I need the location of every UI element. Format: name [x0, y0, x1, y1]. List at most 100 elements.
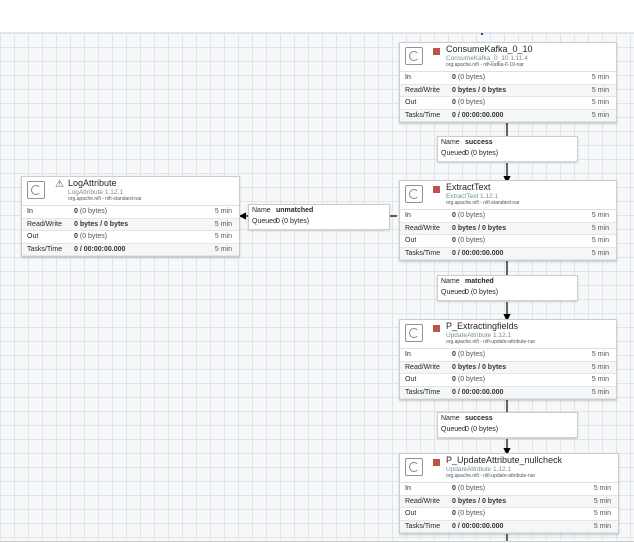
processor-bundle: org.apache.nifi - nifi-standard-nar — [68, 196, 142, 202]
stat-value: 0 (0 bytes) — [74, 233, 108, 240]
stat-window: 5 min — [214, 220, 232, 228]
queue-bar — [438, 300, 573, 302]
stat-label: Read/Write — [27, 220, 62, 228]
stat-label: Read/Write — [405, 224, 440, 232]
stat-value: 0 (0 bytes) — [452, 485, 486, 492]
stat-label: Out — [405, 510, 417, 517]
stat-row-in: In 0 (0 bytes) 5 min — [22, 206, 239, 219]
stat-label: Tasks/Time — [405, 111, 441, 119]
stat-label: In — [27, 208, 33, 215]
processor-consumekafka[interactable]: ConsumeKafka_0_10 ConsumeKafka_0_10 1.11… — [399, 42, 617, 123]
stat-value: 0 (0 bytes) — [452, 376, 486, 383]
stat-window: 5 min — [591, 86, 609, 94]
stat-row-readwrite: Read/Write 0 bytes / 0 bytes 5 min — [22, 218, 239, 231]
stat-row-tasks: Tasks/Time 0 / 00:00:00.000 5 min — [400, 109, 616, 122]
processor-name: ConsumeKafka_0_10 — [446, 44, 533, 54]
stat-window: 5 min — [591, 376, 609, 383]
stat-value: 0 (0 bytes) — [452, 237, 486, 244]
stat-label: In — [405, 74, 411, 81]
stat-label: Read/Write — [405, 497, 440, 505]
stopped-icon — [433, 186, 440, 193]
processor-icon — [405, 458, 423, 476]
conn-name-label: Name — [441, 415, 460, 422]
stat-window: 5 min — [214, 208, 232, 215]
stat-label: Read/Write — [405, 363, 440, 371]
stat-window: 5 min — [593, 485, 611, 492]
queue-bar — [438, 437, 573, 439]
processor-name: LogAttribute — [68, 178, 117, 188]
processor-header: P_Extractingfields UpdateAttribute 1.12.… — [400, 320, 616, 349]
stat-value: 0 bytes / 0 bytes — [452, 363, 507, 371]
conn-name: matched — [465, 278, 494, 285]
stat-label: Tasks/Time — [405, 522, 441, 530]
connection-label-matched[interactable]: Name matched Queued 0 (0 bytes) — [437, 275, 578, 302]
conn-queued-label: Queued — [441, 289, 466, 296]
stat-label: Tasks/Time — [405, 388, 441, 396]
processor-p-updateattribute-nullcheck[interactable]: P_UpdateAttribute_nullcheck UpdateAttrib… — [399, 453, 619, 534]
stat-value: 0 (0 bytes) — [74, 208, 108, 215]
stat-row-tasks: Tasks/Time 0 / 00:00:00.000 5 min — [400, 386, 616, 399]
stat-label: Out — [27, 233, 39, 240]
processor-header: ConsumeKafka_0_10 ConsumeKafka_0_10 1.11… — [400, 43, 616, 72]
conn-queued: 0 (0 bytes) — [276, 218, 310, 225]
stat-label: In — [405, 212, 411, 219]
stat-row-tasks: Tasks/Time 0 / 00:00:00.000 5 min — [400, 247, 616, 260]
stat-window: 5 min — [591, 74, 609, 81]
stat-window: 5 min — [591, 388, 609, 396]
stat-label: Read/Write — [405, 86, 440, 94]
processor-p-extractingfields[interactable]: P_Extractingfields UpdateAttribute 1.12.… — [399, 319, 617, 400]
stat-label: Out — [405, 376, 417, 383]
stat-row-tasks: Tasks/Time 0 / 00:00:00.000 5 min — [22, 243, 239, 256]
stat-value: 0 (0 bytes) — [452, 510, 486, 517]
conn-name: success — [465, 415, 493, 422]
queue-bar — [438, 161, 573, 163]
stat-value: 0 / 00:00:00.000 — [452, 111, 504, 119]
processor-bundle: org.apache.nifi - nifi-standard-nar — [446, 200, 520, 206]
stat-window: 5 min — [593, 510, 611, 517]
conn-queued-label: Queued — [252, 218, 277, 225]
conn-name: success — [465, 139, 493, 146]
flow-canvas[interactable]: Name success Queued 0 (0 bytes) Name unmatc… — [0, 32, 634, 542]
processor-logattribute[interactable]: ⚠ LogAttribute LogAttribute 1.12.1 org.a… — [21, 176, 240, 257]
stat-label: Out — [405, 99, 417, 106]
processor-header: P_UpdateAttribute_nullcheck UpdateAttrib… — [400, 454, 618, 483]
processor-extracttext[interactable]: ExtractText ExtractText 1.12.1 org.apach… — [399, 180, 617, 261]
stat-window: 5 min — [214, 245, 232, 253]
stat-value: 0 (0 bytes) — [452, 74, 486, 81]
conn-queued: 0 (0 bytes) — [465, 426, 499, 433]
processor-icon — [405, 47, 423, 65]
queue-bar — [249, 229, 385, 231]
stat-window: 5 min — [591, 224, 609, 232]
processor-bundle: org.apache.nifi - nifi-update-attribute-… — [446, 473, 536, 479]
stat-row-readwrite: Read/Write 0 bytes / 0 bytes 5 min — [400, 495, 618, 508]
connection-label-unmatched[interactable]: Name unmatched Queued 0 (0 bytes) — [248, 204, 390, 231]
stat-value: 0 / 00:00:00.000 — [74, 245, 126, 253]
stat-window: 5 min — [593, 497, 611, 505]
connection-label-success-1[interactable]: Name success Queued 0 (0 bytes) — [437, 136, 578, 163]
stat-value: 0 (0 bytes) — [452, 351, 486, 358]
stat-label: In — [405, 351, 411, 358]
conn-queued: 0 (0 bytes) — [465, 150, 499, 157]
processor-icon — [405, 324, 423, 342]
stat-window: 5 min — [591, 363, 609, 371]
stat-row-in: In 0 (0 bytes) 5 min — [400, 483, 618, 496]
connection-label-success-2[interactable]: Name success Queued 0 (0 bytes) — [437, 412, 578, 439]
conn-queued-label: Queued — [441, 150, 466, 157]
stat-window: 5 min — [591, 99, 609, 106]
stat-value: 0 bytes / 0 bytes — [74, 220, 129, 228]
stat-value: 0 bytes / 0 bytes — [452, 86, 507, 94]
stat-row-out: Out 0 (0 bytes) 5 min — [400, 235, 616, 248]
stat-label: Out — [405, 237, 417, 244]
stat-value: 0 bytes / 0 bytes — [452, 224, 507, 232]
stat-value: 0 (0 bytes) — [452, 99, 486, 106]
stat-label: Tasks/Time — [27, 245, 63, 253]
stat-window: 5 min — [591, 351, 609, 358]
processor-name: P_Extractingfields — [446, 321, 519, 331]
stat-row-readwrite: Read/Write 0 bytes / 0 bytes 5 min — [400, 222, 616, 235]
processor-bundle: org.apache.nifi - nifi-update-attribute-… — [446, 339, 536, 345]
processor-header: ExtractText ExtractText 1.12.1 org.apach… — [400, 181, 616, 210]
stat-value: 0 / 00:00:00.000 — [452, 249, 504, 257]
conn-name: unmatched — [276, 207, 314, 214]
conn-queued-label: Queued — [441, 426, 466, 433]
stat-value: 0 (0 bytes) — [452, 212, 486, 219]
